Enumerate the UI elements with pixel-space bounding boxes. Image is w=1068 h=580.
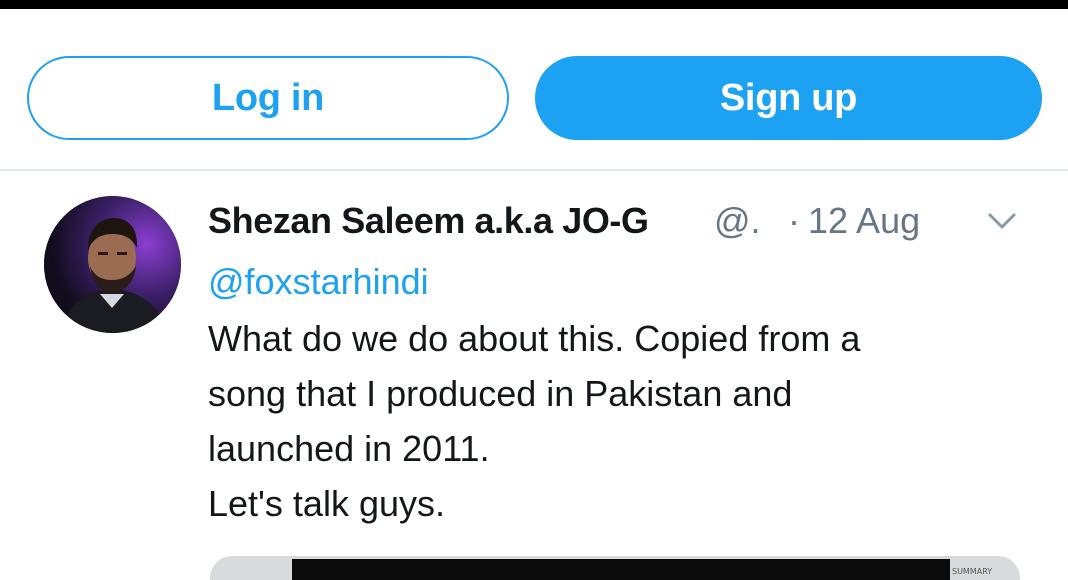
chevron-down-icon[interactable] [987, 210, 1017, 232]
tweet-header: Shezan Saleem a.k.a JO-G @. · 12 Aug [208, 200, 1008, 250]
tweet[interactable]: Shezan Saleem a.k.a JO-G @. · 12 Aug @fo… [0, 173, 1068, 580]
tweet-text-line: launched in 2011. [208, 428, 490, 469]
avatar[interactable] [44, 196, 181, 333]
media-tag: SUMMARY [952, 567, 993, 576]
status-bar [0, 0, 1068, 9]
auth-bar: Log in Sign up [0, 9, 1068, 171]
tweet-media[interactable] [210, 556, 1020, 580]
author-handle[interactable]: @. [714, 200, 761, 242]
tweet-text-line: Let's talk guys. [208, 483, 445, 524]
tweet-text-line: song that I produced in Pakistan and [208, 373, 793, 414]
login-button[interactable]: Log in [27, 56, 509, 140]
tweet-date[interactable]: 12 Aug [808, 200, 920, 242]
separator-dot: · [788, 200, 800, 241]
signup-button[interactable]: Sign up [535, 56, 1042, 140]
author-name[interactable]: Shezan Saleem a.k.a JO-G [208, 200, 649, 242]
tweet-text: What do we do about this. Copied from a … [208, 311, 1028, 531]
reply-to-link[interactable]: @foxstarhindi [208, 261, 429, 303]
media-thumbnail [292, 559, 950, 580]
tweet-text-line: What do we do about this. Copied from a [208, 318, 861, 359]
